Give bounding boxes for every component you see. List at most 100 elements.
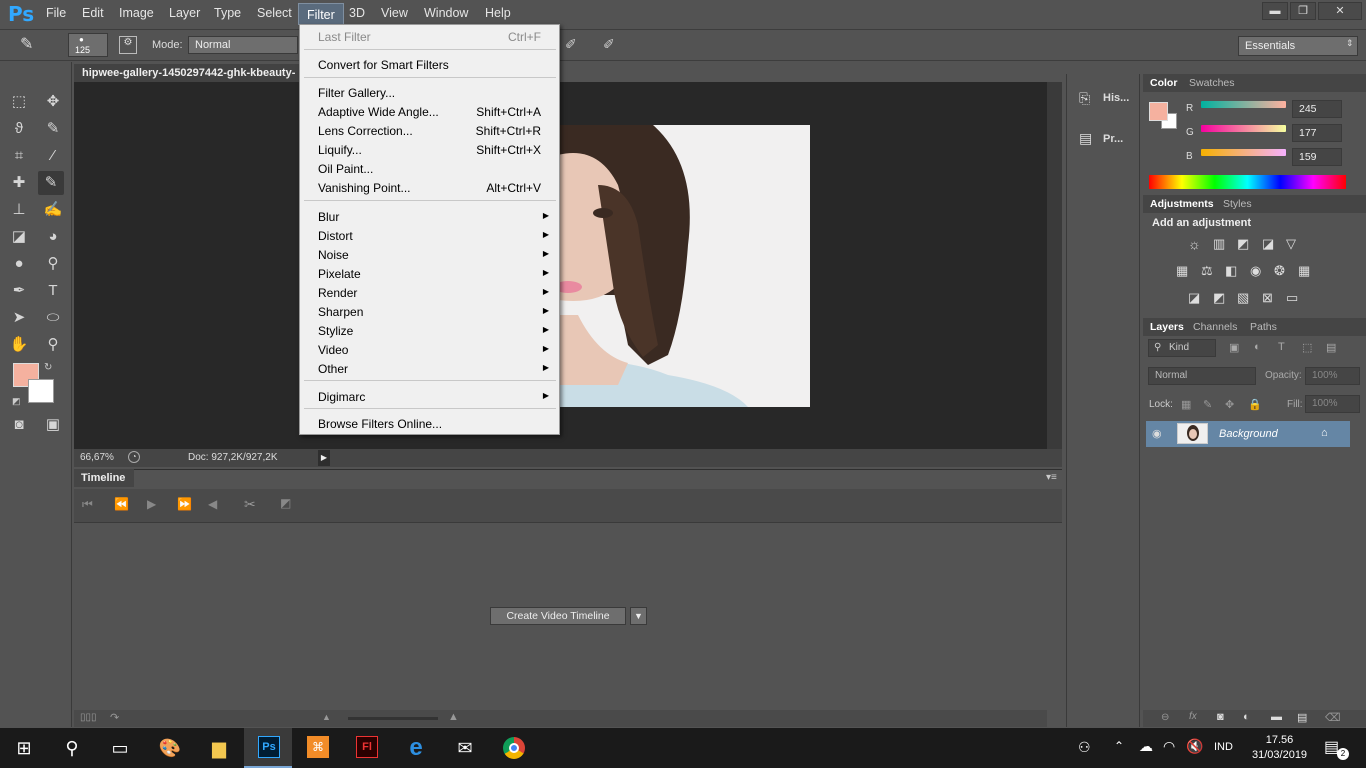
chevron-up-icon[interactable]: ⌃: [1114, 739, 1124, 753]
tab-adjustments[interactable]: Adjustments: [1150, 198, 1214, 210]
lock-position-icon[interactable]: ✥: [1225, 398, 1234, 411]
transition-icon[interactable]: ◩: [280, 496, 291, 510]
timeline-zoom-slider[interactable]: [348, 717, 438, 720]
menu-edit[interactable]: Edit: [82, 6, 104, 20]
chrome-icon[interactable]: [503, 737, 525, 759]
play-triangle-icon[interactable]: ▶: [318, 450, 330, 466]
menu-item-oil-paint[interactable]: Oil Paint...: [318, 162, 373, 176]
lock-pixels-icon[interactable]: ✎: [1203, 398, 1212, 411]
menu-item-filter-gallery[interactable]: Filter Gallery...: [318, 86, 395, 100]
history-brush-tool-icon[interactable]: ✍: [40, 198, 66, 222]
r-slider[interactable]: [1201, 101, 1286, 108]
shape-filter-icon[interactable]: ⬚: [1302, 341, 1312, 354]
next-frame-icon[interactable]: ⏩: [177, 497, 192, 511]
scissors-icon[interactable]: ✂: [244, 496, 256, 513]
quick-mask-icon[interactable]: ◙: [6, 413, 32, 437]
link-layers-icon[interactable]: ⊖: [1161, 712, 1169, 723]
menu-item-adaptive-wide-angle[interactable]: Adaptive Wide Angle...: [318, 105, 439, 119]
zoom-out-icon[interactable]: ▲: [322, 712, 331, 722]
timeline-tab[interactable]: Timeline: [74, 469, 134, 487]
frame-icon[interactable]: ▯▯▯: [80, 712, 97, 723]
menu-select[interactable]: Select: [257, 6, 292, 20]
layer-blend-mode[interactable]: Normal: [1148, 367, 1256, 385]
curves-icon[interactable]: ◩: [1237, 236, 1249, 252]
panel-menu-icon[interactable]: ▾≡: [1046, 472, 1057, 483]
menu-item-liquify[interactable]: Liquify...: [318, 143, 362, 157]
zoom-level[interactable]: 66,67%: [80, 452, 114, 463]
prev-frame-icon[interactable]: ⏪: [114, 497, 129, 511]
color-fg-swatch[interactable]: [1149, 102, 1168, 121]
b-slider[interactable]: [1201, 149, 1286, 156]
status-icon[interactable]: ◔: [128, 451, 140, 463]
menu-item-other[interactable]: Other: [318, 362, 348, 376]
tab-styles[interactable]: Styles: [1223, 198, 1252, 210]
exposure-icon[interactable]: ◪: [1262, 236, 1274, 252]
canvas-vertical-scrollbar[interactable]: [1047, 82, 1062, 449]
type-tool-icon[interactable]: T: [40, 279, 66, 303]
speaker-muted-icon[interactable]: 🔇: [1186, 738, 1203, 755]
lock-transparency-icon[interactable]: ▦: [1181, 398, 1191, 411]
play-icon[interactable]: ▶: [147, 497, 156, 511]
menu-item-vanishing-point[interactable]: Vanishing Point...: [318, 181, 411, 195]
menu-item-convert-smart-filters[interactable]: Convert for Smart Filters: [318, 58, 449, 72]
hue-saturation-icon[interactable]: ▦: [1176, 263, 1188, 279]
history-label[interactable]: His...: [1103, 92, 1129, 104]
lasso-tool-icon[interactable]: ϑ: [6, 117, 32, 141]
channel-mixer-icon[interactable]: ❂: [1274, 263, 1285, 279]
black-white-icon[interactable]: ◧: [1225, 263, 1237, 279]
menu-item-video[interactable]: Video: [318, 343, 348, 357]
menu-item-stylize[interactable]: Stylize: [318, 324, 353, 338]
levels-icon[interactable]: ▥: [1213, 236, 1225, 252]
dodge-tool-icon[interactable]: ⚲: [40, 252, 66, 276]
brush-tool-icon[interactable]: ✎: [20, 34, 33, 54]
brush-preset-picker[interactable]: ● 125: [68, 33, 108, 57]
background-color-swatch[interactable]: [28, 379, 54, 403]
pixel-filter-icon[interactable]: ▣: [1229, 341, 1239, 354]
menu-item-render[interactable]: Render: [318, 286, 357, 300]
mode-select[interactable]: Normal: [188, 36, 298, 54]
document-tab[interactable]: hipwee-gallery-1450297442-ghk-kbeauty-: [74, 64, 304, 82]
tab-layers[interactable]: Layers: [1150, 321, 1184, 333]
ellipse-tool-icon[interactable]: ⬭: [40, 306, 66, 330]
new-layer-icon[interactable]: ▤: [1297, 711, 1307, 724]
minimize-button[interactable]: ▬: [1262, 2, 1288, 20]
adjustment-filter-icon[interactable]: ◐: [1254, 341, 1261, 353]
menu-item-pixelate[interactable]: Pixelate: [318, 267, 361, 281]
b-value-field[interactable]: 159: [1292, 148, 1342, 166]
close-button[interactable]: ✕: [1318, 2, 1362, 20]
convert-icon[interactable]: ↷: [110, 711, 119, 724]
menu-help[interactable]: Help: [485, 6, 511, 20]
taskbar-clock[interactable]: 17.56 31/03/2019: [1252, 733, 1307, 763]
clone-stamp-tool-icon[interactable]: ⊥: [6, 198, 32, 222]
tab-color[interactable]: Color: [1150, 77, 1177, 89]
eyedropper-tool-icon[interactable]: ⁄: [40, 144, 66, 168]
search-icon[interactable]: ⚲: [52, 732, 92, 764]
menu-window[interactable]: Window: [424, 6, 468, 20]
selective-color-icon[interactable]: ⊠: [1262, 290, 1273, 306]
zoom-tool-icon[interactable]: ⚲: [40, 333, 66, 357]
file-explorer-icon[interactable]: ▆: [199, 732, 239, 764]
mail-icon[interactable]: ✉: [445, 732, 485, 764]
brush-tool-selected-icon[interactable]: ✎: [38, 171, 64, 195]
smart-object-filter-icon[interactable]: ▤: [1326, 341, 1336, 354]
menu-item-noise[interactable]: Noise: [318, 248, 349, 262]
gradient-map-icon[interactable]: ▭: [1286, 290, 1298, 306]
eye-visibility-icon[interactable]: ◉: [1152, 427, 1162, 440]
type-filter-icon[interactable]: T: [1278, 341, 1285, 353]
color-balance-icon[interactable]: ⚖: [1201, 263, 1213, 279]
edge-browser-icon[interactable]: e: [396, 732, 436, 764]
new-group-icon[interactable]: ▬: [1271, 711, 1282, 723]
menu-item-digimarc[interactable]: Digimarc: [318, 390, 365, 404]
properties-icon[interactable]: ▤: [1079, 130, 1092, 147]
g-value-field[interactable]: 177: [1292, 124, 1342, 142]
path-selection-tool-icon[interactable]: ➤: [6, 306, 32, 330]
restore-button[interactable]: ❐: [1290, 2, 1316, 20]
airbrush-icon[interactable]: ✐: [565, 36, 577, 53]
paint-bucket-tool-icon[interactable]: ◕: [40, 225, 66, 249]
invert-icon[interactable]: ◪: [1188, 290, 1200, 306]
eraser-tool-icon[interactable]: ◪: [6, 225, 32, 249]
tab-paths[interactable]: Paths: [1250, 321, 1277, 333]
wifi-icon[interactable]: ◠: [1163, 738, 1175, 755]
move-tool-icon[interactable]: ✥: [40, 90, 66, 114]
menu-item-blur[interactable]: Blur: [318, 210, 339, 224]
